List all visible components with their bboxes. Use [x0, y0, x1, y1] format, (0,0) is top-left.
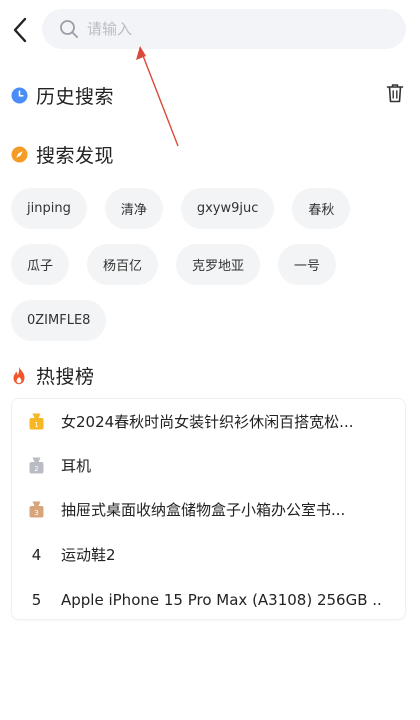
- chip-row: jinping 清净 gxyw9juc 春秋: [11, 188, 411, 229]
- bronze-medal-icon: 3: [12, 501, 61, 518]
- clear-history-button[interactable]: [384, 82, 406, 104]
- hot-item-text: 女2024春秋时尚女装针织衫休闲百搭宽松...: [61, 413, 354, 431]
- hot-item-text: 抽屉式桌面收纳盒储物盒子小箱办公室书...: [61, 501, 346, 519]
- discover-chip[interactable]: gxyw9juc: [180, 188, 275, 229]
- hot-item-text: 运动鞋2: [61, 546, 116, 564]
- rank-number: 5: [31, 590, 42, 609]
- discover-section-header: 搜索发现: [10, 141, 114, 168]
- silver-medal-icon: 2: [12, 457, 61, 474]
- chip-row: 瓜子 杨百亿 克罗地亚 一号: [11, 244, 411, 285]
- discover-chips: jinping 清净 gxyw9juc 春秋 瓜子 杨百亿 克罗地亚 一号 0Z…: [11, 188, 411, 356]
- history-section-header: 历史搜索: [10, 82, 114, 109]
- hot-list-item[interactable]: 4 运动鞋2: [12, 532, 407, 577]
- discover-chip[interactable]: 一号: [278, 244, 337, 285]
- discover-chip[interactable]: 春秋: [292, 188, 351, 229]
- discover-title: 搜索发现: [36, 145, 115, 167]
- discover-chip[interactable]: 克罗地亚: [176, 244, 261, 285]
- discover-chip[interactable]: 清净: [104, 188, 163, 229]
- hot-list-item[interactable]: 2 耳机: [12, 443, 407, 488]
- hot-item-text: Apple iPhone 15 Pro Max (A3108) 256GB ..…: [61, 590, 381, 609]
- hot-section-header: 热搜榜: [10, 362, 95, 389]
- hot-title: 热搜榜: [36, 366, 95, 388]
- search-input[interactable]: [87, 20, 367, 38]
- hot-item-text: 耳机: [61, 457, 92, 475]
- trash-icon: [386, 84, 404, 103]
- chip-row: 0ZIMFLE8: [11, 300, 411, 341]
- svg-text:3: 3: [34, 509, 38, 517]
- flame-icon: [10, 366, 28, 385]
- discover-chip[interactable]: 0ZIMFLE8: [11, 300, 107, 341]
- gold-medal-icon: 1: [12, 413, 61, 430]
- discover-chip[interactable]: 杨百亿: [87, 244, 159, 285]
- svg-text:1: 1: [34, 421, 38, 429]
- hot-list-item[interactable]: 5 Apple iPhone 15 Pro Max (A3108) 256GB …: [12, 577, 407, 622]
- discover-chip[interactable]: 瓜子: [11, 244, 70, 285]
- svg-text:2: 2: [34, 465, 38, 473]
- hot-list-item[interactable]: 3 抽屉式桌面收纳盒储物盒子小箱办公室书...: [12, 487, 407, 532]
- search-box[interactable]: [42, 9, 406, 49]
- clock-icon: [10, 87, 28, 105]
- chevron-left-icon: [13, 17, 27, 43]
- top-bar: [0, 0, 420, 60]
- history-title: 历史搜索: [36, 86, 115, 108]
- discover-chip[interactable]: jinping: [11, 188, 87, 229]
- compass-icon: [10, 146, 28, 164]
- hot-list-item[interactable]: 1 女2024春秋时尚女装针织衫休闲百搭宽松...: [12, 399, 407, 444]
- hot-list: 1 女2024春秋时尚女装针织衫休闲百搭宽松... 2 耳机 3 抽屉式桌面收纳…: [11, 398, 406, 620]
- back-button[interactable]: [6, 12, 34, 48]
- magnifier-icon: [58, 18, 80, 40]
- rank-number: 4: [31, 545, 42, 564]
